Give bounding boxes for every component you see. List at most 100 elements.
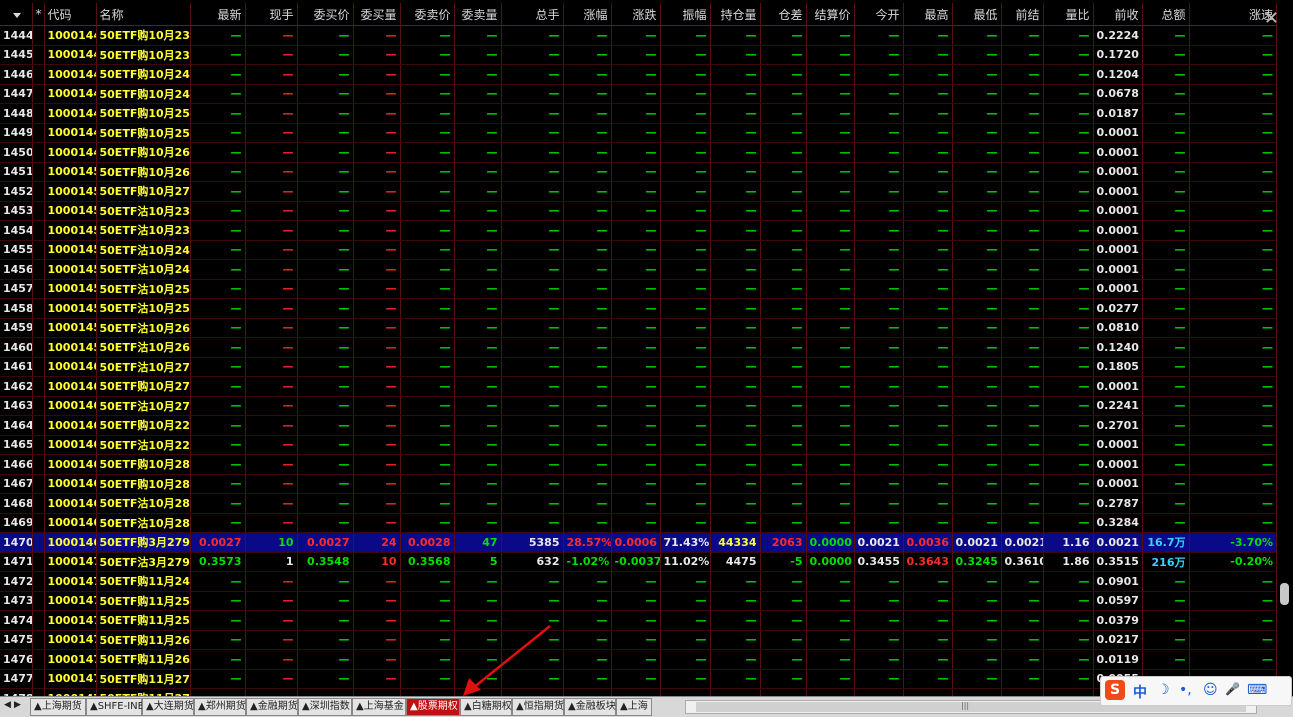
quote-cell: 71.43% — [660, 532, 711, 553]
market-tab[interactable]: ▲金融期货 — [246, 698, 298, 716]
tab-scroll-left-icon[interactable]: ◀ — [4, 700, 12, 712]
market-tab[interactable]: ▲深圳指数 — [298, 698, 352, 716]
punctuation-icon[interactable]: •, — [1179, 682, 1192, 698]
market-tab[interactable]: ▲上海 — [616, 698, 652, 716]
column-header[interactable]: 最新 — [190, 3, 246, 26]
contract-name: 50ETF沽10月2550 — [96, 298, 191, 319]
sort-dropdown[interactable] — [0, 3, 33, 26]
table-row[interactable]: 14691000146850ETF沽10月2850———————————————… — [0, 513, 1277, 533]
column-header[interactable]: 持仓量 — [710, 3, 761, 26]
column-header[interactable]: 总手 — [501, 3, 564, 26]
market-tab[interactable]: ▲上海期货 — [30, 698, 86, 716]
column-header[interactable]: 振幅 — [660, 3, 711, 26]
quote-cell: — — [903, 84, 953, 104]
market-tab[interactable]: ▲恒指期货 — [512, 698, 564, 716]
table-row[interactable]: 14451000144450ETF购10月2350———————————————… — [0, 45, 1277, 65]
table-row[interactable]: 14761000147550ETF购11月2650———————————————… — [0, 649, 1277, 670]
table-row[interactable]: 14591000145850ETF沽10月2600———————————————… — [0, 318, 1277, 338]
column-header[interactable]: 名称 — [96, 3, 191, 26]
table-row[interactable]: 14571000145650ETF沽10月2500———————————————… — [0, 279, 1277, 299]
quote-cell: 0.0021 — [952, 532, 1002, 553]
table-row[interactable]: 14491000144850ETF购10月2550———————————————… — [0, 123, 1277, 143]
table-row[interactable]: 14621000146150ETF购10月2750———————————————… — [0, 376, 1277, 397]
vertical-scroll-thumb[interactable] — [1280, 583, 1289, 605]
column-header[interactable]: 前收 — [1093, 3, 1143, 26]
column-header[interactable]: 委买量 — [353, 3, 401, 26]
column-header[interactable]: 代码 — [44, 3, 97, 26]
table-row[interactable]: 14671000146650ETF购10月2850———————————————… — [0, 474, 1277, 494]
table-row[interactable]: 14701000146950ETF购3月2794A0.0027100.00272… — [0, 532, 1277, 553]
column-header[interactable]: 委卖价 — [400, 3, 455, 26]
table-row[interactable]: 14601000145950ETF沽10月2650———————————————… — [0, 337, 1277, 358]
table-row[interactable]: 14611000146050ETF沽10月2700———————————————… — [0, 357, 1277, 377]
quote-cell: — — [501, 103, 564, 124]
triangle-down-icon[interactable] — [13, 13, 21, 18]
table-row[interactable]: 14441000144350ETF购10月2300———————————————… — [0, 25, 1277, 46]
column-header[interactable]: 最高 — [903, 3, 953, 26]
table-row[interactable]: 14541000145350ETF沽10月2350———————————————… — [0, 220, 1277, 241]
column-header[interactable]: 委卖量 — [454, 3, 502, 26]
quote-cell: 0.0006 — [611, 532, 661, 553]
market-tab[interactable]: ▲上海基金 — [352, 698, 406, 716]
quote-cell: 0.0021 — [1093, 532, 1143, 553]
ime-chinese-mode[interactable]: 中 — [1133, 682, 1147, 702]
quote-cell: — — [400, 357, 455, 377]
star-column-header[interactable]: * — [32, 3, 45, 26]
close-icon[interactable]: ✕ — [1264, 10, 1279, 28]
table-row[interactable]: 14731000147250ETF购11月2500———————————————… — [0, 591, 1277, 611]
table-row[interactable]: 14561000145550ETF沽10月2450———————————————… — [0, 259, 1277, 280]
moon-icon[interactable]: ☽ — [1157, 682, 1170, 698]
table-row[interactable]: 14681000146750ETF沽10月2800———————————————… — [0, 493, 1277, 514]
quote-cell: — — [400, 298, 455, 319]
column-header[interactable]: 结算价 — [806, 3, 855, 26]
tab-scroll-right-icon[interactable]: ▶ — [14, 700, 22, 712]
table-row[interactable]: 14661000146550ETF购10月2800———————————————… — [0, 454, 1277, 475]
quote-cell: — — [454, 259, 502, 280]
market-tab[interactable]: ▲白糖期权 — [460, 698, 512, 716]
table-row[interactable]: 14651000146450ETF沽10月2250———————————————… — [0, 435, 1277, 455]
table-row[interactable]: 14461000144550ETF购10月2400———————————————… — [0, 64, 1277, 85]
quote-cell: — — [611, 279, 661, 299]
table-row[interactable]: 14641000146350ETF购10月2250———————————————… — [0, 415, 1277, 436]
table-row[interactable]: 14721000147150ETF购11月2450———————————————… — [0, 571, 1277, 592]
table-row[interactable]: 14751000147450ETF购11月2600———————————————… — [0, 630, 1277, 650]
emoji-icon[interactable]: ☺ — [1203, 682, 1218, 698]
quote-cell: 10 — [353, 552, 401, 572]
column-header[interactable]: 总额 — [1142, 3, 1190, 26]
quote-cell: 0.3245 — [952, 552, 1002, 572]
table-row[interactable]: 14741000147350ETF购11月2550———————————————… — [0, 610, 1277, 631]
quote-cell: — — [660, 337, 711, 358]
market-tab[interactable]: ▲股票期权 — [406, 698, 460, 716]
market-tab[interactable]: ▲郑州期货 — [194, 698, 246, 716]
table-row[interactable]: 14771000147650ETF购11月2700———————————————… — [0, 669, 1277, 689]
table-row[interactable]: 14481000144750ETF购10月2500———————————————… — [0, 103, 1277, 124]
table-row[interactable]: 14581000145750ETF沽10月2550———————————————… — [0, 298, 1277, 319]
vertical-scrollbar[interactable] — [1280, 30, 1289, 690]
column-header[interactable]: 涨幅 — [563, 3, 612, 26]
market-tab[interactable]: ▲大连期货 — [142, 698, 194, 716]
column-header[interactable]: 量比 — [1043, 3, 1094, 26]
column-header[interactable]: 前结 — [1001, 3, 1044, 26]
column-header[interactable]: 涨跌 — [611, 3, 661, 26]
microphone-icon[interactable]: 🎤 — [1225, 682, 1240, 696]
table-row[interactable]: 14631000146250ETF沽10月2750———————————————… — [0, 396, 1277, 416]
market-tab[interactable]: ▲SHFE-INE — [86, 698, 144, 716]
table-row[interactable]: 14471000144650ETF购10月2450———————————————… — [0, 84, 1277, 104]
table-row[interactable]: 14521000145150ETF购10月2700———————————————… — [0, 181, 1277, 202]
column-header[interactable]: 仓差 — [760, 3, 807, 26]
quote-cell: 24 — [353, 532, 401, 553]
table-row[interactable]: 14511000145050ETF购10月2650———————————————… — [0, 162, 1277, 182]
table-row[interactable]: 14531000145250ETF沽10月2300———————————————… — [0, 201, 1277, 221]
column-header[interactable]: 今开 — [854, 3, 904, 26]
quote-table: * 代码 名称 最新 现手 委买价 委买量 委卖价 委卖量 总手 涨幅 涨跌 振幅 持仓量 仓差 结算价 今开… — [0, 3, 1277, 709]
column-header[interactable]: 现手 — [245, 3, 298, 26]
keyboard-icon[interactable]: ⌨ — [1247, 682, 1267, 698]
sogou-logo-icon[interactable]: S — [1105, 680, 1125, 700]
table-row[interactable]: 14551000145450ETF沽10月2400———————————————… — [0, 240, 1277, 260]
column-header[interactable]: 最低 — [952, 3, 1002, 26]
table-row[interactable]: 1471 1000147050ETF沽3月2794A0.357310.354810… — [0, 552, 1277, 572]
quote-cell: — — [760, 84, 807, 104]
column-header[interactable]: 委买价 — [297, 3, 354, 26]
market-tab[interactable]: ▲金融板块 — [564, 698, 616, 716]
table-row[interactable]: 14501000144950ETF购10月2600———————————————… — [0, 142, 1277, 163]
